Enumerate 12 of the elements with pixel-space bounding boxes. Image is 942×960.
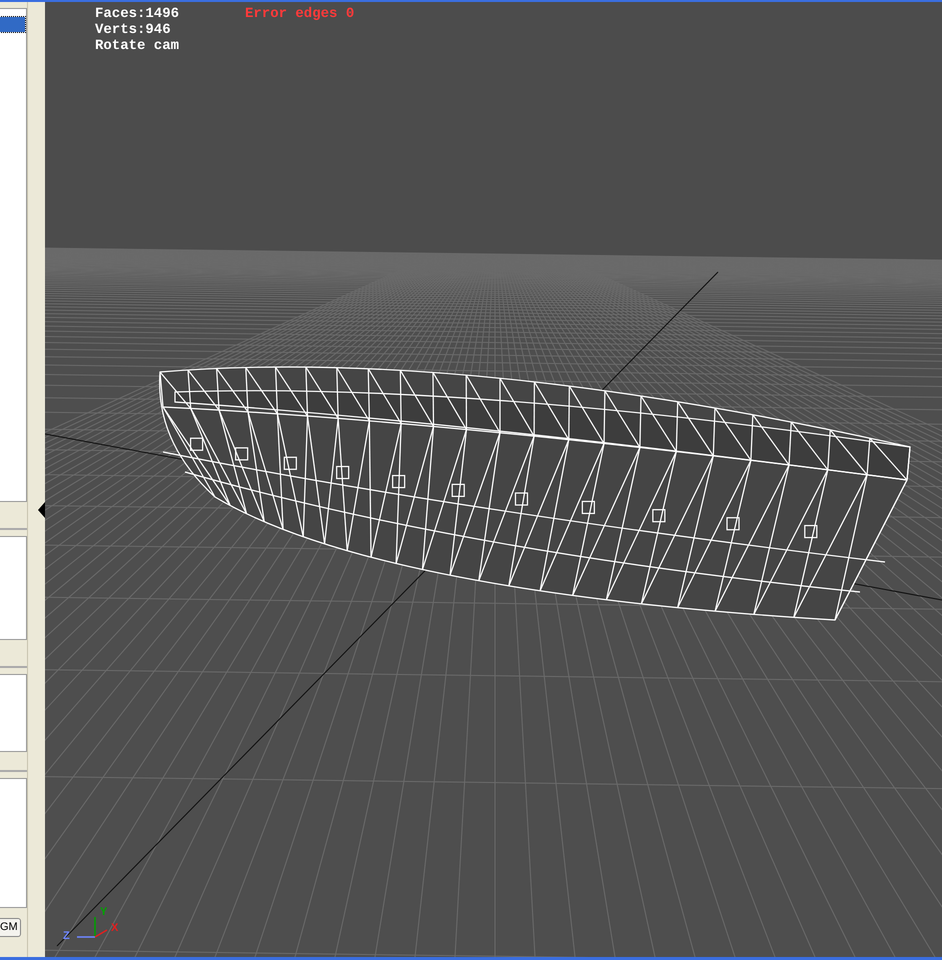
gm-button[interactable]: GM (0, 918, 21, 938)
list-box[interactable] (0, 8, 27, 502)
axis-label: X (111, 923, 118, 934)
stats-text: Faces:1496 (95, 6, 180, 22)
stats-text: Rotate cam (95, 38, 180, 54)
axis-label: Y (100, 907, 108, 918)
axis-gizmo-icon (77, 917, 108, 938)
stats-text: Verts:946 (95, 22, 172, 38)
error-edges-text: Error edges 0 (245, 6, 354, 22)
3d-viewport[interactable]: Faces:1496 Verts:946 Rotate cam Error edges 0 Y Z X (45, 2, 942, 957)
axis-label: Z (63, 931, 70, 942)
collapse-arrow-icon[interactable] (38, 502, 45, 518)
